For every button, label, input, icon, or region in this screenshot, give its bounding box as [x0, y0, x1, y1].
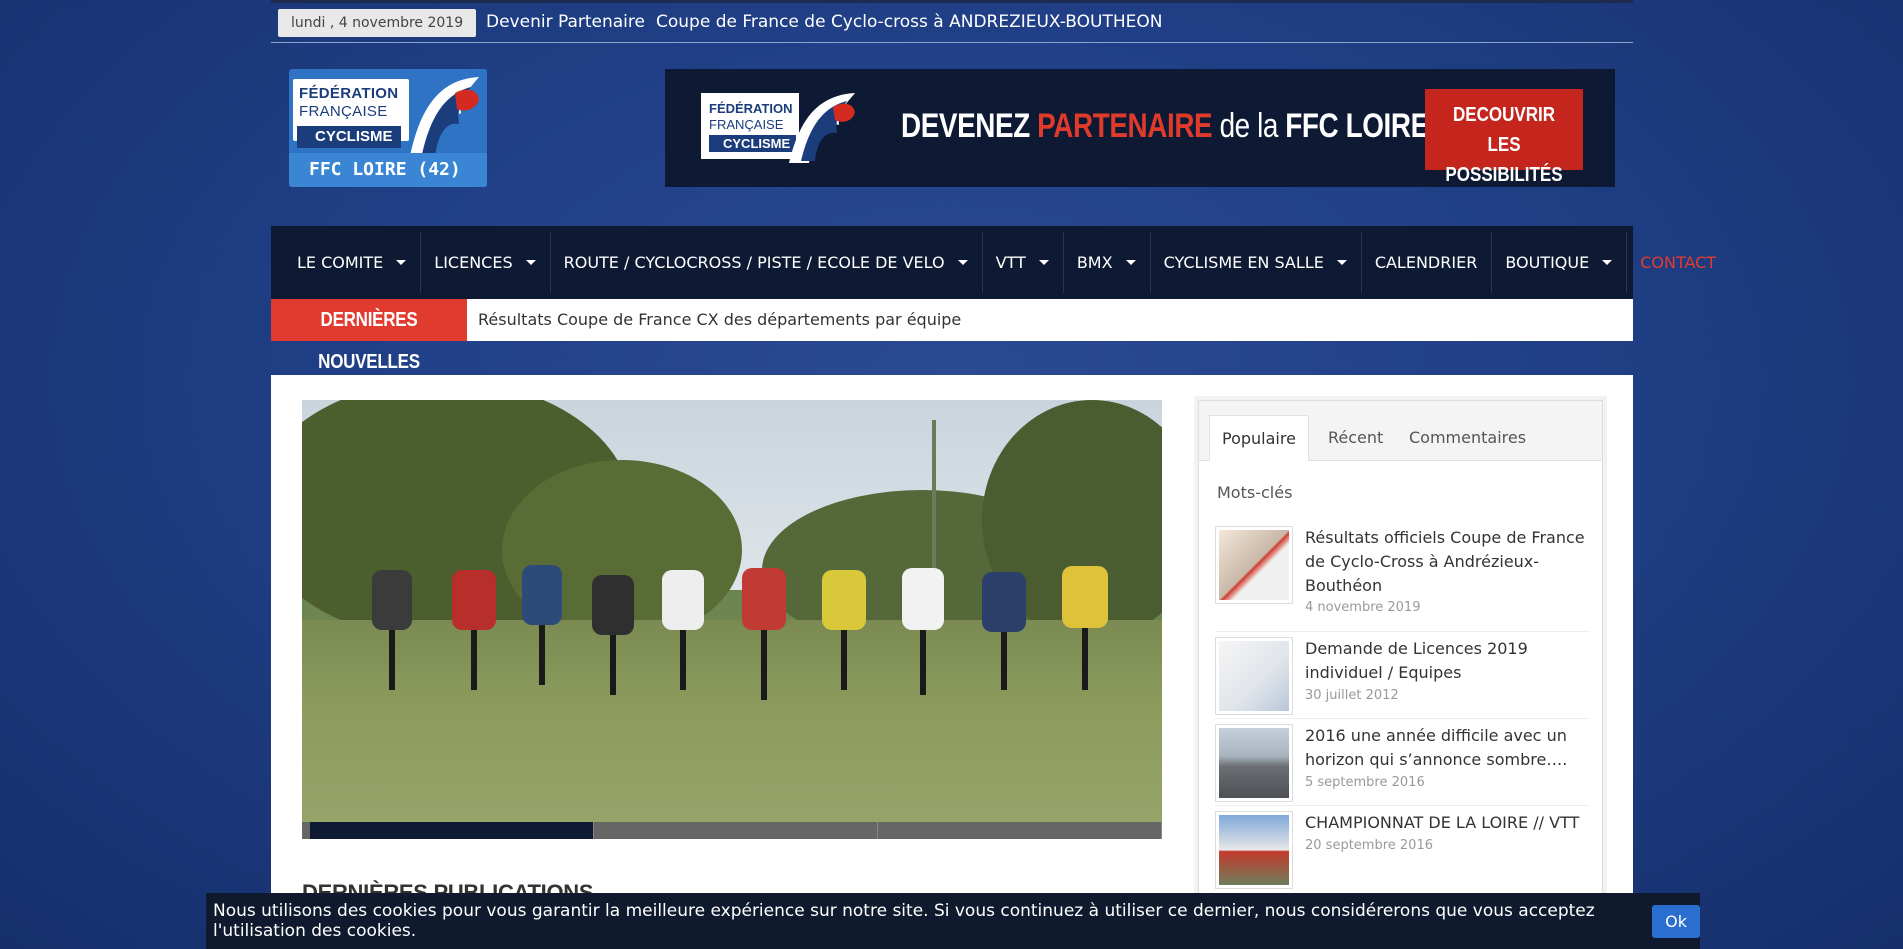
top-link-partenaire[interactable]: Devenir Partenaire [486, 12, 645, 32]
nav-item-label: LE COMITE [297, 253, 384, 272]
main-content: DERNIÈRES PUBLICATIONS Populaire Récent … [271, 375, 1633, 949]
nav-item-label: BMX [1076, 253, 1113, 272]
caret-down-icon [1125, 260, 1136, 265]
tab-commentaires[interactable]: Commentaires [1397, 415, 1538, 461]
banner-logo: FÉDÉRATION FRANÇAISE CYCLISME [701, 87, 861, 169]
tab-recent[interactable]: Récent [1316, 415, 1395, 461]
breaking-news-bar: DERNIÈRES NOUVELLES Résultats Coupe de F… [271, 299, 1633, 373]
partner-banner[interactable]: FÉDÉRATION FRANÇAISE CYCLISME DEVENEZ PA… [665, 69, 1615, 187]
banner-headline-d: FFC LOIRE [1285, 107, 1429, 145]
post-thumbnail[interactable] [1215, 526, 1293, 604]
nav-item-label: BOUTIQUE [1505, 253, 1590, 272]
cookie-ok-button[interactable]: Ok [1652, 904, 1700, 938]
tab-populaire[interactable]: Populaire [1209, 415, 1309, 461]
nav-item-licences[interactable]: LICENCES [420, 226, 549, 299]
logo-line-3: CYCLISME [297, 126, 401, 148]
popular-post[interactable]: Demande de Licences 2019 individuel / Eq… [1215, 637, 1590, 719]
slider-image-riders [372, 565, 1108, 700]
nav-item-label: CONTACT [1640, 253, 1717, 272]
banner-headline-a: DEVENEZ [901, 107, 1038, 145]
banner-swirl-icon [789, 93, 855, 163]
post-thumbnail[interactable] [1215, 724, 1293, 802]
nav-items: LE COMITE LICENCES ROUTE / CYCLOCROSS / PI… [283, 226, 1730, 299]
post-date: 4 novembre 2019 [1305, 600, 1421, 615]
banner-headline-b: PARTENAIRE [1037, 107, 1213, 145]
slider-dot-1[interactable] [310, 822, 594, 839]
banner-cta-button[interactable]: DECOUVRIR LES POSSIBILITÉS [1425, 89, 1583, 186]
banner-logo-line-1: FÉDÉRATION [709, 101, 793, 116]
caret-down-icon [396, 260, 407, 265]
nav-item-vtt[interactable]: VTT [981, 226, 1063, 299]
nav-item-label: VTT [995, 253, 1026, 272]
post-title[interactable]: Résultats officiels Coupe de France de C… [1305, 526, 1590, 598]
nav-item-boutique[interactable]: BOUTIQUE [1491, 226, 1626, 299]
banner-headline: DEVENEZ PARTENAIRE de la FFC LOIRE [901, 107, 1429, 146]
post-title[interactable]: CHAMPIONNAT DE LA LOIRE // VTT [1305, 811, 1590, 835]
post-date: 20 septembre 2016 [1305, 838, 1433, 853]
post-title[interactable]: 2016 une année difficile avec un horizon… [1305, 724, 1590, 772]
nav-item-label: CALENDRIER [1374, 253, 1478, 272]
breaking-news-link[interactable]: Résultats Coupe de France CX des départe… [478, 310, 961, 329]
date-badge: lundi , 4 novembre 2019 [278, 9, 477, 37]
nav-item-cyclisme-en-salle[interactable]: CYCLISME EN SALLE [1149, 226, 1361, 299]
caret-down-icon [525, 260, 536, 265]
site-logo[interactable]: FÉDÉRATION FRANÇAISE CYCLISME FFC LOIRE … [289, 69, 487, 187]
popular-post[interactable]: CHAMPIONNAT DE LA LOIRE // VTT 20 septem… [1215, 811, 1590, 889]
nav-item-bmx[interactable]: BMX [1062, 226, 1150, 299]
nav-item-label: ROUTE / CYCLOCROSS / PISTE / ECOLE DE VE… [563, 253, 945, 272]
logo-line-1: FÉDÉRATION [299, 85, 399, 102]
caret-down-icon [1602, 260, 1613, 265]
popular-post[interactable]: 2016 une année difficile avec un horizon… [1215, 724, 1590, 806]
post-thumbnail[interactable] [1215, 637, 1293, 715]
slider-dot-3[interactable] [878, 822, 1162, 839]
popular-post-list: Résultats officiels Coupe de France de C… [1215, 526, 1590, 889]
top-link-coupe-de-france[interactable]: Coupe de France de Cyclo-cross à ANDREZI… [656, 12, 1162, 32]
main-nav: LE COMITE LICENCES ROUTE / CYCLOCROSS / PI… [271, 226, 1716, 299]
nav-item-label: CYCLISME EN SALLE [1163, 253, 1324, 272]
nav-item-label: LICENCES [434, 253, 513, 272]
nav-item-le-comite[interactable]: LE COMITE [283, 226, 420, 299]
banner-cta-line-2: LES POSSIBILITÉS [1445, 134, 1563, 186]
post-title[interactable]: Demande de Licences 2019 individuel / Eq… [1305, 637, 1590, 685]
logo-line-2: FRANÇAISE [299, 103, 388, 120]
slider-dot-2[interactable] [594, 822, 878, 839]
popular-post[interactable]: Résultats officiels Coupe de France de C… [1215, 526, 1590, 632]
featured-slider[interactable] [302, 400, 1162, 822]
banner-headline-c: de la [1212, 107, 1286, 145]
sidebar-tabs: Populaire Récent Commentaires [1199, 401, 1602, 461]
nav-item-contact[interactable]: CONTACT [1626, 226, 1730, 299]
slider-pagination [302, 822, 1162, 839]
top-bar: lundi , 4 novembre 2019 Devenir Partenai… [271, 0, 1633, 43]
post-date: 5 septembre 2016 [1305, 775, 1425, 790]
sidebar-widget: Populaire Récent Commentaires Mots-clés … [1198, 400, 1603, 949]
cookie-consent-bar: Nous utilisons des cookies pour vous gar… [206, 893, 1700, 949]
post-thumbnail[interactable] [1215, 811, 1293, 889]
breaking-news-label-text: DERNIÈRES NOUVELLES [318, 309, 420, 373]
cookie-text: Nous utilisons des cookies pour vous gar… [213, 901, 1595, 941]
tags-label[interactable]: Mots-clés [1217, 483, 1292, 502]
nav-item-route-cyclocross-piste-ecole-de-velo[interactable]: ROUTE / CYCLOCROSS / PISTE / ECOLE DE VE… [549, 226, 982, 299]
logo-line-4: FFC LOIRE (42) [289, 153, 487, 187]
nav-item-calendrier[interactable]: CALENDRIER [1360, 226, 1492, 299]
caret-down-icon [957, 260, 968, 265]
banner-cta-line-1: DECOUVRIR [1452, 104, 1555, 126]
banner-logo-line-2: FRANÇAISE [709, 117, 784, 132]
caret-down-icon [1038, 260, 1049, 265]
breaking-news-label: DERNIÈRES NOUVELLES [271, 299, 467, 373]
site-header: FÉDÉRATION FRANÇAISE CYCLISME FFC LOIRE … [271, 65, 1633, 190]
caret-down-icon [1336, 260, 1347, 265]
post-date: 30 juillet 2012 [1305, 688, 1399, 703]
